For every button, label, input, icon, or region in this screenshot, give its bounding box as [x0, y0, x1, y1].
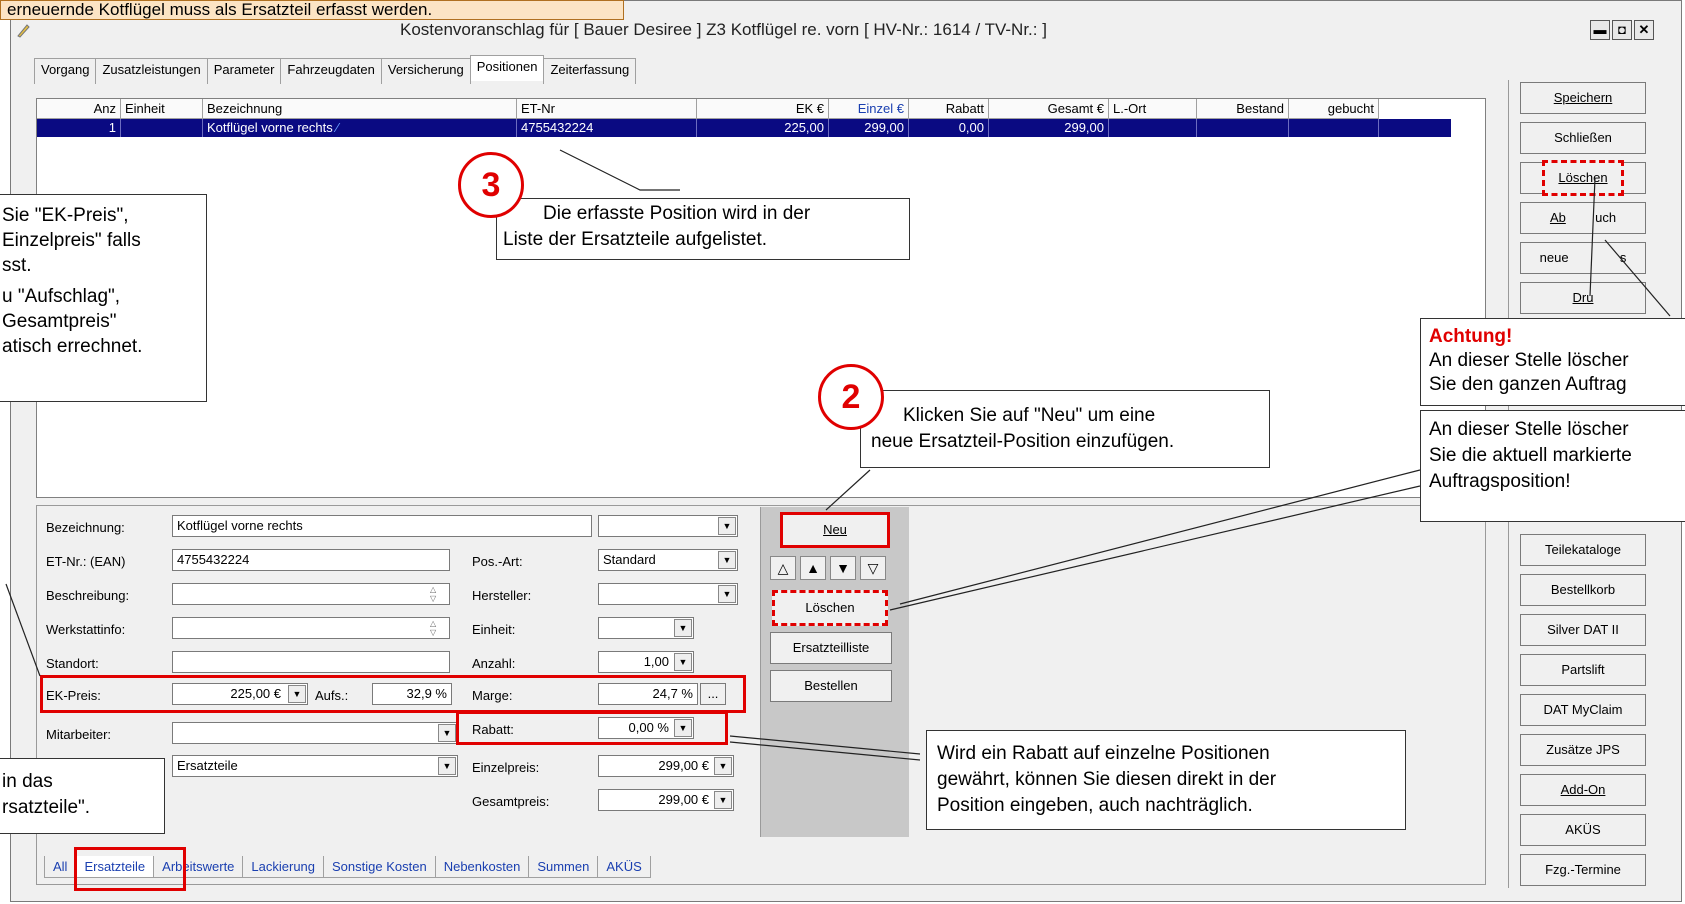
- step2-line2: neue Ersatzteil-Position einzufügen.: [871, 431, 1175, 452]
- connector-position2: [899, 469, 1421, 605]
- left-line6: atisch errechnet.: [2, 336, 143, 357]
- achtung-callout: Achtung! An dieser Stelle löscher Sie de…: [1420, 318, 1685, 406]
- step3-line2: Liste der Ersatzteile aufgelistet.: [503, 229, 768, 250]
- pos-line3: Auftragsposition!: [1429, 471, 1571, 492]
- rabatt-line2: gewährt, können Sie diesen direkt in der: [937, 769, 1277, 790]
- connector-left: [5, 583, 41, 677]
- rabatt-line3: Position eingeben, auch nachträglich.: [937, 795, 1253, 816]
- step3-badge: 3: [458, 152, 524, 218]
- step3-callout: Die erfasste Position wird in der Liste …: [496, 198, 910, 260]
- pos-line2: Sie die aktuell markierte: [1429, 445, 1632, 466]
- rabatt-callout: Wird ein Rabatt auf einzelne Positionen …: [926, 730, 1406, 830]
- left-tab-callout: in das rsatzteile".: [0, 758, 165, 834]
- left-line3: sst.: [2, 255, 32, 276]
- left-line2: Einzelpreis" falls: [2, 230, 141, 251]
- step2-badge: 2: [818, 364, 884, 430]
- step2-line1: Klicken Sie auf "Neu" um eine: [903, 405, 1156, 426]
- leftbottom-line1: in das: [2, 771, 53, 792]
- leftbottom-line2: rsatzteile".: [2, 797, 91, 818]
- step2-callout: Klicken Sie auf "Neu" um eine neue Ersat…: [860, 390, 1270, 468]
- connector-step3: [559, 149, 680, 191]
- position-delete-callout: An dieser Stelle löscher Sie die aktuell…: [1420, 410, 1685, 522]
- pos-line1: An dieser Stelle löscher: [1429, 419, 1629, 440]
- left-price-callout: Sie "EK-Preis", Einzelpreis" falls sst. …: [0, 194, 207, 402]
- left-line5: Gesamtpreis": [2, 311, 117, 332]
- rabatt-line1: Wird ein Rabatt auf einzelne Positionen: [937, 743, 1270, 764]
- connector-step2: [825, 469, 871, 511]
- connector-achtung: [1589, 177, 1596, 297]
- step3-line1: Die erfasste Position wird in der: [543, 203, 811, 224]
- left-line4: u "Aufschlag",: [2, 286, 121, 307]
- achtung-line1: An dieser Stelle löscher: [1429, 350, 1629, 371]
- left-line1: Sie "EK-Preis",: [2, 205, 129, 226]
- achtung-title: Achtung!: [1429, 326, 1513, 347]
- achtung-line2: Sie den ganzen Auftrag: [1429, 374, 1627, 395]
- connector-position: [889, 485, 1421, 611]
- connector-achtung2: [1604, 239, 1671, 317]
